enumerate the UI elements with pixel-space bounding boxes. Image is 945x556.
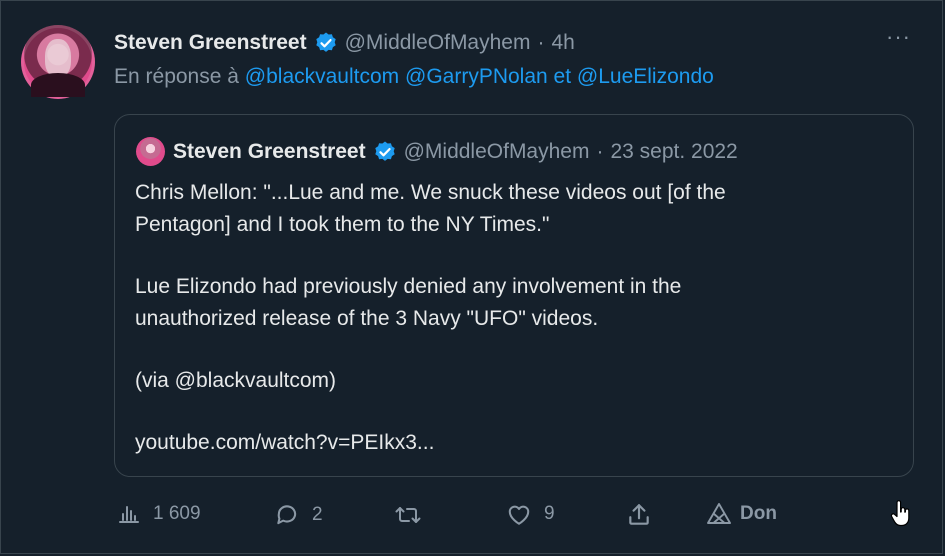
share-icon xyxy=(626,502,652,528)
like-icon xyxy=(506,502,532,526)
quoted-line: Lue Elizondo had previously denied any i… xyxy=(135,275,682,298)
hand-cursor-icon xyxy=(890,500,912,533)
verified-badge-icon xyxy=(373,140,397,164)
views-icon xyxy=(117,502,141,526)
reply-mention-garrypnolan[interactable]: @GarryPNolan xyxy=(405,65,548,88)
reply-joiner: et xyxy=(553,65,572,88)
quoted-line: (via @blackvaultcom) xyxy=(135,369,337,392)
quoted-header: Steven Greenstreet @MiddleOfMayhem · 23 … xyxy=(173,139,738,165)
reply-count: 2 xyxy=(312,504,323,525)
views-count: 1 609 xyxy=(153,503,201,524)
share-button[interactable] xyxy=(626,502,652,528)
tweet-time[interactable]: 4h xyxy=(551,31,574,55)
like-count: 9 xyxy=(544,503,555,524)
quoted-text: Chris Mellon: "...Lue and me. We snuck t… xyxy=(135,177,895,459)
avatar-face xyxy=(45,39,71,77)
quoted-author-name: Steven Greenstreet xyxy=(173,140,366,163)
quoted-handle: @MiddleOfMayhem xyxy=(403,140,590,163)
tweet-header: Steven Greenstreet @MiddleOfMayhem · 4h xyxy=(114,30,575,56)
quoted-avatar xyxy=(136,137,165,166)
reply-icon xyxy=(274,502,300,528)
reply-context: En réponse à @blackvaultcom @GarryPNolan… xyxy=(114,65,714,89)
quoted-line: Pentagon] and I took them to the NY Time… xyxy=(135,213,550,236)
author-handle[interactable]: @MiddleOfMayhem xyxy=(345,31,531,55)
avatar[interactable] xyxy=(21,25,95,99)
verified-badge-icon xyxy=(314,31,338,55)
quoted-link: youtube.com/watch?v=PEIkx3... xyxy=(135,431,435,454)
quoted-line: Chris Mellon: "...Lue and me. We snuck t… xyxy=(135,181,726,204)
quoted-date: 23 sept. 2022 xyxy=(610,140,738,163)
quoted-tweet[interactable]: Steven Greenstreet @MiddleOfMayhem · 23 … xyxy=(114,114,914,477)
donate-icon xyxy=(706,502,732,526)
author-name[interactable]: Steven Greenstreet xyxy=(114,31,307,55)
reply-button[interactable]: 2 xyxy=(274,502,323,528)
donate-label: Don xyxy=(740,503,777,524)
more-icon[interactable]: ··· xyxy=(886,26,914,50)
quoted-line: unauthorized release of the 3 Navy "UFO"… xyxy=(135,307,599,330)
retweet-icon xyxy=(394,502,422,528)
separator-dot: · xyxy=(596,140,604,163)
retweet-button[interactable] xyxy=(394,502,434,528)
reply-mention-lueelizondo[interactable]: @LueElizondo xyxy=(577,65,714,88)
action-bar: 1 609 2 9 Don xyxy=(114,496,914,536)
reply-prefix: En réponse à xyxy=(114,65,239,88)
views-button[interactable]: 1 609 xyxy=(117,502,201,526)
reply-mention-blackvault[interactable]: @blackvaultcom xyxy=(245,65,399,88)
separator-dot: · xyxy=(537,31,545,54)
avatar-body xyxy=(31,73,85,97)
donate-button[interactable]: Don xyxy=(706,502,777,526)
like-button[interactable]: 9 xyxy=(506,502,555,526)
